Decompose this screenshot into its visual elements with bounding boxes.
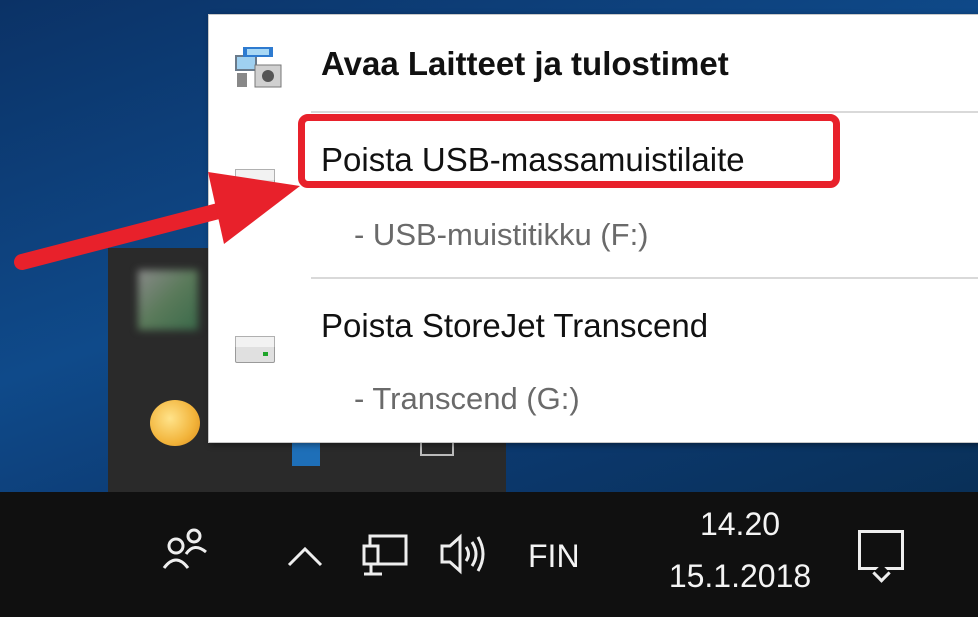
taskbar: FIN 14.20 15.1.2018 (0, 492, 978, 617)
chevron-up-icon[interactable] (286, 544, 324, 568)
volume-icon[interactable] (438, 532, 490, 576)
people-icon[interactable] (160, 526, 214, 572)
red-arrow-icon (14, 172, 300, 270)
input-language[interactable]: FIN (528, 538, 580, 575)
network-icon[interactable] (360, 532, 412, 578)
clock-time: 14.20 (699, 506, 781, 542)
clock-date: 15.1.2018 (668, 558, 812, 594)
action-center-icon[interactable] (858, 530, 904, 570)
clock[interactable]: 14.20 15.1.2018 (650, 498, 830, 602)
